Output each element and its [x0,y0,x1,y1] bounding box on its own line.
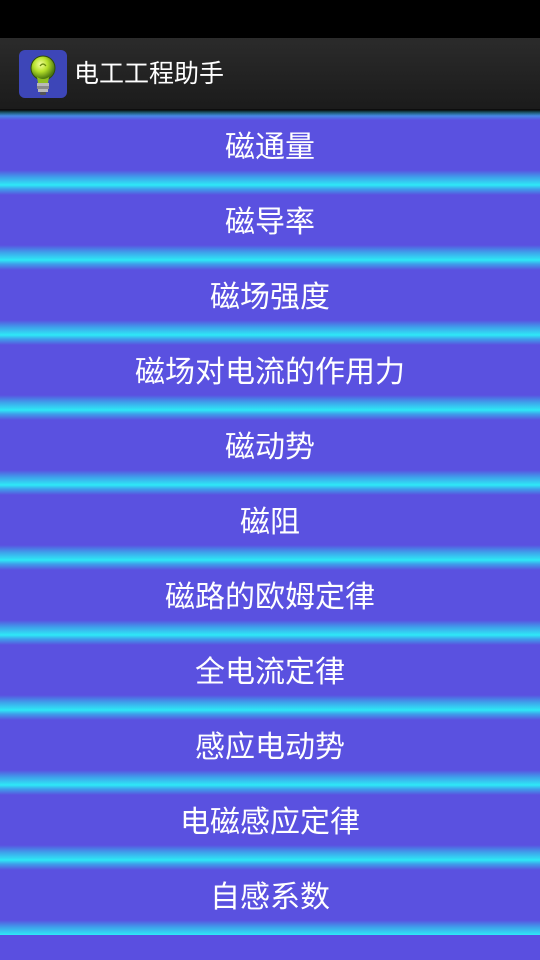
lightbulb-icon[interactable] [19,50,67,98]
status-bar [0,0,540,38]
list-item-label: 磁动势 [225,430,315,465]
list-item-self-inductance[interactable]: 自感系数 [0,860,540,935]
list-item-ampere-law[interactable]: 全电流定律 [0,635,540,710]
list-item-label: 磁通量 [225,130,315,165]
list-item-flux[interactable]: 磁通量 [0,110,540,185]
list-item-magnetic-ohms-law[interactable]: 磁路的欧姆定律 [0,560,540,635]
list-item-label: 磁路的欧姆定律 [165,580,375,615]
list-item-label: 磁阻 [240,505,300,540]
list-item-label: 磁场强度 [210,280,330,315]
list-item-label: 磁导率 [225,205,315,240]
list-item-mmf[interactable]: 磁动势 [0,410,540,485]
list-item-force-on-current[interactable]: 磁场对电流的作用力 [0,335,540,410]
list-item-reluctance[interactable]: 磁阻 [0,485,540,560]
action-bar-shadow [0,110,540,116]
action-bar: 电工工程助手 [0,38,540,110]
list-item-label: 感应电动势 [195,730,345,765]
list-item-field-strength[interactable]: 磁场强度 [0,260,540,335]
list-item-induced-emf[interactable]: 感应电动势 [0,710,540,785]
app-title: 电工工程助手 [74,59,225,88]
list-item-label: 磁场对电流的作用力 [135,355,405,390]
list-item-label: 全电流定律 [195,655,345,690]
list-item-label: 自感系数 [210,880,330,915]
list-item-permeability[interactable]: 磁导率 [0,185,540,260]
list-item-label: 电磁感应定律 [180,805,360,840]
topic-list[interactable]: 磁通量 磁导率 磁场强度 磁场对电流的作用力 磁动势 磁阻 磁路的欧姆定律 全电… [0,110,540,960]
list-item-induction-law[interactable]: 电磁感应定律 [0,785,540,860]
